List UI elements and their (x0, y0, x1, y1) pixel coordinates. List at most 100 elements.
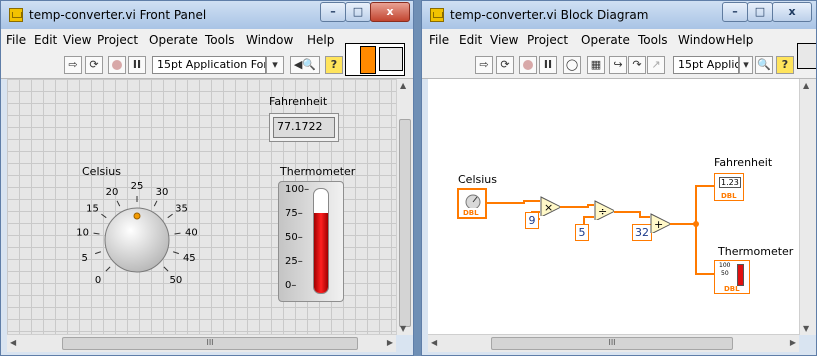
thermometer-label: Thermometer (280, 165, 356, 178)
labview-app-icon (9, 8, 23, 22)
menu-tools[interactable]: Tools (638, 33, 668, 47)
fahrenheit-indicator: 77.1722 (269, 113, 339, 142)
scroll-right-arrow[interactable]: ▶ (387, 338, 393, 347)
scroll-up-arrow[interactable]: ▲ (803, 81, 809, 90)
wire-divide-to-add[interactable] (614, 211, 650, 218)
menu-window[interactable]: Window (246, 33, 293, 47)
divide-node[interactable]: ÷ (594, 200, 614, 220)
abort-button[interactable] (519, 56, 537, 74)
menu-operate[interactable]: Operate (581, 33, 630, 47)
align-objects-button[interactable]: ◀🔍 (290, 56, 320, 74)
front-panel-canvas[interactable]: Fahrenheit 77.1722 Celsius 0 5 10 15 20 25 30 3… (7, 79, 396, 335)
front-panel-vertical-scrollbar[interactable]: ▲ ▼ (396, 79, 413, 335)
knob-tick-label: 50 (170, 275, 183, 286)
scroll-up-arrow[interactable]: ▲ (400, 81, 406, 90)
celsius-terminal[interactable]: DBL (457, 188, 487, 219)
block-diagram-menubar: File Edit View Project Operate Tools Win… (422, 29, 816, 51)
menu-edit[interactable]: Edit (459, 33, 482, 47)
step-into-button[interactable]: ↪ (609, 56, 627, 74)
abort-button[interactable] (108, 56, 126, 74)
font-select[interactable]: 15pt Applica (673, 56, 739, 74)
scroll-left-arrow[interactable]: ◀ (431, 338, 437, 347)
scroll-thumb-horizontal[interactable]: III (491, 337, 733, 350)
block-diagram-title: temp-converter.vi Block Diagram (450, 8, 649, 22)
front-panel-window: temp-converter.vi Front Panel – □ x File… (0, 0, 414, 356)
thermometer-fill (314, 212, 328, 293)
knob-tick-mark (172, 251, 180, 255)
font-dropdown-button[interactable]: ▾ (739, 56, 753, 74)
scroll-left-arrow[interactable]: ◀ (10, 338, 16, 347)
maximize-button[interactable]: □ (747, 2, 773, 22)
block-diagram-horizontal-scrollbar[interactable]: ◀ III ▶ (428, 334, 799, 352)
run-continuously-button[interactable]: ⟳ (85, 56, 103, 74)
front-panel-toolbar: ⇨ ⟳ II 15pt Application Font ▾ ◀🔍 ? (1, 43, 413, 79)
multiply-node[interactable]: × (540, 196, 560, 216)
menu-help[interactable]: Help (307, 33, 334, 47)
block-diagram-vertical-scrollbar[interactable]: ▲ ▼ (799, 79, 816, 335)
menu-help[interactable]: Help (726, 33, 753, 47)
knob-tick-mark (167, 213, 173, 219)
front-panel-titlebar[interactable]: temp-converter.vi Front Panel – □ x (1, 1, 413, 29)
highlight-execution-button[interactable]: ◯ (563, 56, 581, 74)
wire-multiply-to-divide[interactable] (560, 204, 594, 208)
celsius-knob[interactable]: 05 10 15 20 25 30 35 40 4550 (73, 177, 203, 297)
fahrenheit-terminal[interactable]: 1.23 DBL (714, 173, 744, 201)
font-dropdown-button[interactable]: ▾ (266, 56, 284, 74)
connector-pane-icon[interactable] (345, 43, 405, 76)
thermometer-tube (313, 188, 329, 294)
font-select[interactable]: 15pt Application Font (152, 56, 266, 74)
thermometer-tick-label: 75– (285, 208, 303, 219)
menu-operate[interactable]: Operate (149, 33, 198, 47)
pause-button[interactable]: II (128, 56, 146, 74)
menu-file[interactable]: File (6, 33, 26, 47)
menu-file[interactable]: File (429, 33, 449, 47)
menu-window[interactable]: Window (678, 33, 725, 47)
wire-add-to-thermometer[interactable] (695, 224, 714, 275)
thermometer-terminal[interactable]: 100 50 DBL (714, 260, 750, 294)
menu-project[interactable]: Project (527, 33, 568, 47)
minimize-button[interactable]: – (722, 2, 748, 22)
menu-edit[interactable]: Edit (34, 33, 57, 47)
run-continuously-button[interactable]: ⟳ (496, 56, 514, 74)
constant-9[interactable]: 9 (525, 212, 539, 229)
clean-up-diagram-button[interactable]: 🔍 (755, 56, 773, 74)
knob-tick-mark (101, 213, 107, 219)
menu-tools[interactable]: Tools (205, 33, 235, 47)
wire-celsius-to-multiply[interactable] (485, 200, 540, 204)
vi-icon[interactable] (797, 43, 816, 69)
menu-view[interactable]: View (490, 33, 518, 47)
menu-project[interactable]: Project (97, 33, 138, 47)
knob-tick-mark (163, 266, 169, 272)
knob-glyph-icon (465, 194, 481, 208)
pause-button[interactable]: II (539, 56, 557, 74)
scroll-thumb-horizontal[interactable]: III (62, 337, 358, 350)
context-help-button[interactable]: ? (325, 56, 343, 74)
run-arrow-button[interactable]: ⇨ (475, 56, 493, 74)
retain-wire-values-button[interactable]: ▦ (587, 56, 605, 74)
scroll-down-arrow[interactable]: ▼ (400, 324, 406, 333)
close-button[interactable]: x (370, 2, 410, 22)
block-diagram-canvas[interactable]: Celsius DBL 9 5 32 × ÷ + Fahrenheit 1.23… (428, 79, 799, 335)
constant-5[interactable]: 5 (575, 224, 589, 241)
knob-tick-label: 5 (82, 253, 88, 264)
menu-view[interactable]: View (63, 33, 91, 47)
thermometer-tick-label: 100– (285, 184, 310, 195)
scroll-right-arrow[interactable]: ▶ (790, 338, 796, 347)
front-panel-horizontal-scrollbar[interactable]: ◀ III ▶ (7, 334, 396, 352)
close-button[interactable]: x (772, 2, 812, 22)
context-help-button[interactable]: ? (776, 56, 794, 74)
constant-32[interactable]: 32 (632, 224, 652, 241)
scroll-down-arrow[interactable]: ▼ (803, 324, 809, 333)
thermometer-type-tag: DBL (724, 285, 740, 293)
block-diagram-titlebar[interactable]: temp-converter.vi Block Diagram – □ x (422, 1, 816, 29)
minimize-button[interactable]: – (320, 2, 346, 22)
add-node[interactable]: + (650, 213, 670, 233)
wire-junction (693, 221, 699, 227)
scroll-thumb-vertical[interactable] (399, 119, 411, 327)
step-out-button[interactable]: ↗ (647, 56, 665, 74)
step-over-button[interactable]: ↷ (628, 56, 646, 74)
run-arrow-button[interactable]: ⇨ (64, 56, 82, 74)
wire-add-to-fahrenheit[interactable] (670, 185, 714, 225)
maximize-button[interactable]: □ (345, 2, 371, 22)
knob-tick-mark (174, 232, 181, 235)
